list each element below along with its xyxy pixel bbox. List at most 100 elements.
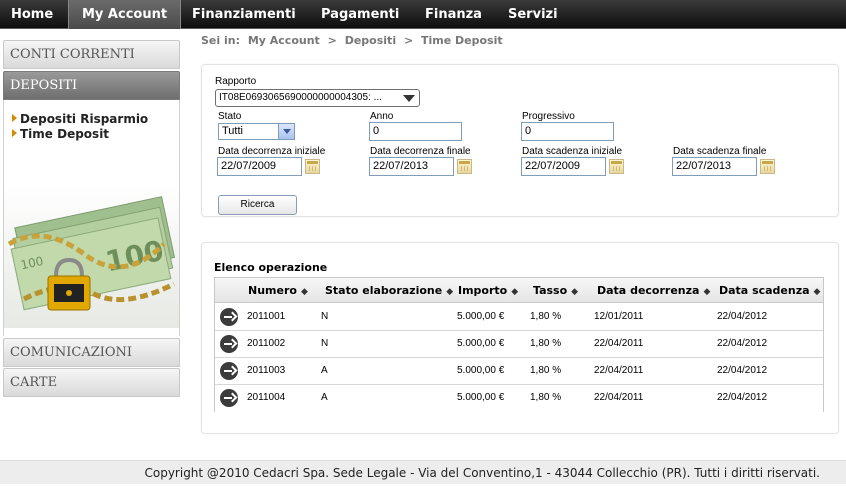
nav-my-account[interactable]: My Account bbox=[68, 0, 182, 29]
nav-home[interactable]: Home bbox=[11, 0, 53, 29]
scadenza-iniziale-input[interactable]: 22/07/2009 bbox=[521, 157, 606, 176]
rapporto-label: Rapporto bbox=[215, 76, 257, 87]
cell-importo: 5.000,00 € bbox=[457, 338, 505, 349]
cell-importo: 5.000,00 € bbox=[457, 311, 505, 322]
breadcrumb: Sei in: My Account > Depositi > Time Dep… bbox=[201, 34, 507, 47]
cell-stato: A bbox=[321, 365, 328, 376]
top-navigation: Home My Account Finanziamenti Pagamenti … bbox=[0, 0, 846, 29]
money-chain-lock-image: 100 100 bbox=[4, 184, 179, 328]
calendar-icon[interactable] bbox=[760, 159, 775, 174]
calendar-icon[interactable] bbox=[609, 159, 624, 174]
sort-icon: ◆ bbox=[813, 287, 821, 297]
cell-data-decorrenza: 22/04/2011 bbox=[594, 392, 644, 403]
arrow-right-circle-icon[interactable] bbox=[220, 335, 238, 353]
breadcrumb-my-account[interactable]: My Account bbox=[248, 34, 320, 47]
cell-numero: 2011003 bbox=[247, 365, 286, 376]
chevron-down-icon bbox=[278, 124, 294, 139]
scadenza-finale-input[interactable]: 22/07/2013 bbox=[672, 157, 757, 176]
ricerca-button[interactable]: Ricerca bbox=[218, 195, 297, 215]
cell-stato: N bbox=[321, 311, 329, 322]
sort-icon: ◆ bbox=[446, 287, 454, 297]
column-header-stato[interactable]: Stato elaborazione ◆ bbox=[325, 278, 453, 303]
stato-select[interactable]: Tutti bbox=[218, 123, 295, 140]
cell-tasso: 1,80 % bbox=[530, 338, 562, 349]
breadcrumb-separator: > bbox=[327, 34, 337, 47]
anno-label: Anno bbox=[370, 111, 394, 122]
sort-icon: ◆ bbox=[571, 287, 579, 297]
table-row: 2011002 N 5.000,00 € 1,80 % 22/04/2011 2… bbox=[215, 331, 823, 358]
rapporto-value: IT08E0693065690000000004305: ... bbox=[219, 92, 382, 103]
cell-stato: N bbox=[321, 338, 329, 349]
rapporto-select[interactable]: IT08E0693065690000000004305: ... bbox=[215, 89, 420, 107]
column-header-data-decorrenza[interactable]: Data decorrenza ◆ bbox=[597, 278, 710, 303]
nav-finanziamenti[interactable]: Finanziamenti bbox=[192, 0, 296, 29]
cell-data-scadenza: 22/04/2012 bbox=[717, 365, 768, 376]
table-row: 2011003 A 5.000,00 € 1,80 % 22/04/2011 2… bbox=[215, 358, 823, 385]
triangle-bullet-icon bbox=[12, 114, 17, 122]
cell-numero: 2011001 bbox=[247, 311, 286, 322]
triangle-bullet-icon bbox=[12, 129, 17, 137]
decorrenza-finale-label: Data decorrenza finale bbox=[370, 146, 471, 157]
breadcrumb-separator: > bbox=[403, 34, 414, 47]
stato-label: Stato bbox=[218, 111, 242, 122]
decorrenza-finale-input[interactable]: 22/07/2013 bbox=[369, 157, 454, 176]
nav-pagamenti[interactable]: Pagamenti bbox=[321, 0, 399, 29]
table-header: Numero ◆ Stato elaborazione ◆ Importo ◆ Tas… bbox=[215, 278, 823, 303]
decorrenza-iniziale-input[interactable]: 22/07/2009 bbox=[217, 157, 302, 176]
calendar-icon[interactable] bbox=[457, 159, 472, 174]
sort-icon: ◆ bbox=[511, 287, 519, 297]
breadcrumb-time-deposit: Time Deposit bbox=[421, 34, 503, 47]
chevron-down-icon bbox=[403, 95, 415, 102]
scadenza-iniziale-label: Data scadenza iniziale bbox=[522, 146, 623, 157]
column-header-importo[interactable]: Importo ◆ bbox=[458, 278, 518, 303]
cell-data-scadenza: 22/04/2012 bbox=[717, 392, 768, 403]
progressivo-input[interactable]: 0 bbox=[521, 122, 614, 141]
cell-data-scadenza: 22/04/2012 bbox=[717, 311, 768, 322]
arrow-right-circle-icon[interactable] bbox=[220, 389, 238, 407]
nav-finanza[interactable]: Finanza bbox=[425, 0, 482, 29]
arrow-right-circle-icon[interactable] bbox=[220, 308, 238, 326]
footer: Copyright @2010 Cedacri Spa. Sede Legale… bbox=[0, 460, 846, 484]
sidebar-link-depositi-risparmio[interactable]: Depositi Risparmio bbox=[12, 112, 148, 126]
sidebar-tab-depositi[interactable]: DEPOSITI bbox=[3, 71, 180, 100]
sort-icon: ◆ bbox=[703, 287, 711, 297]
sidebar-link-label: Time Deposit bbox=[20, 127, 110, 141]
nav-servizi[interactable]: Servizi bbox=[508, 0, 558, 29]
calendar-icon[interactable] bbox=[305, 159, 320, 174]
sidebar-tab-carte[interactable]: CARTE bbox=[3, 368, 180, 397]
filter-panel bbox=[201, 64, 839, 217]
sidebar-depositi-panel: Depositi Risparmio Time Deposit 100 100 bbox=[3, 100, 180, 336]
cell-data-decorrenza: 22/04/2011 bbox=[594, 365, 644, 376]
column-header-data-scadenza[interactable]: Data scadenza ◆ bbox=[719, 278, 820, 303]
column-header-tasso[interactable]: Tasso ◆ bbox=[533, 278, 578, 303]
cell-tasso: 1,80 % bbox=[530, 392, 562, 403]
cell-importo: 5.000,00 € bbox=[457, 365, 505, 376]
operations-table: Numero ◆ Stato elaborazione ◆ Importo ◆ Tas… bbox=[214, 277, 824, 412]
anno-input[interactable]: 0 bbox=[369, 122, 462, 141]
sidebar-tab-conti-correnti[interactable]: CONTI CORRENTI bbox=[3, 40, 180, 69]
scadenza-finale-label: Data scadenza finale bbox=[673, 146, 767, 157]
operations-title: Elenco operazione bbox=[214, 261, 328, 274]
breadcrumb-depositi[interactable]: Depositi bbox=[345, 34, 396, 47]
sidebar-link-label: Depositi Risparmio bbox=[20, 112, 149, 126]
cell-data-decorrenza: 12/01/2011 bbox=[594, 311, 644, 322]
footer-copyright: Copyright @2010 Cedacri Spa. Sede Legale… bbox=[144, 466, 820, 480]
stato-value: Tutti bbox=[222, 125, 243, 137]
cell-tasso: 1,80 % bbox=[530, 365, 562, 376]
decorrenza-iniziale-label: Data decorrenza iniziale bbox=[218, 146, 326, 157]
cell-data-scadenza: 22/04/2012 bbox=[717, 338, 768, 349]
cell-tasso: 1,80 % bbox=[530, 311, 562, 322]
table-row: 2011001 N 5.000,00 € 1,80 % 12/01/2011 2… bbox=[215, 304, 823, 331]
sidebar-link-time-deposit[interactable]: Time Deposit bbox=[12, 127, 109, 141]
cell-numero: 2011002 bbox=[247, 338, 286, 349]
progressivo-label: Progressivo bbox=[522, 111, 575, 122]
column-header-numero[interactable]: Numero ◆ bbox=[248, 278, 308, 303]
table-row: 2011004 A 5.000,00 € 1,80 % 22/04/2011 2… bbox=[215, 385, 823, 412]
sidebar-tab-comunicazioni[interactable]: COMUNICAZIONI bbox=[3, 338, 180, 367]
arrow-right-circle-icon[interactable] bbox=[220, 362, 238, 380]
cell-stato: A bbox=[321, 392, 328, 403]
sort-icon: ◆ bbox=[300, 287, 308, 297]
breadcrumb-prefix: Sei in: bbox=[201, 34, 240, 47]
cell-numero: 2011004 bbox=[247, 392, 286, 403]
cell-data-decorrenza: 22/04/2011 bbox=[594, 338, 644, 349]
